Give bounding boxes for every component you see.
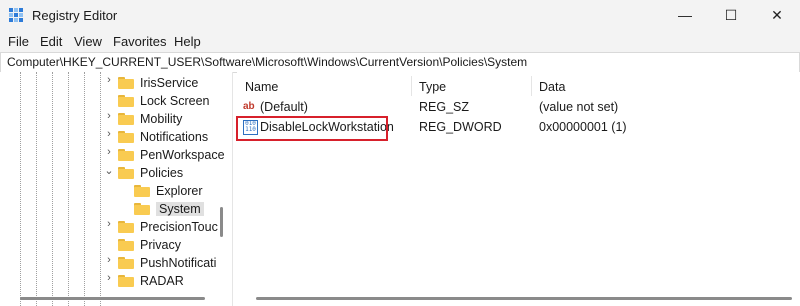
folder-icon (134, 185, 150, 197)
folder-icon (118, 167, 134, 179)
menu-file[interactable]: File (8, 34, 29, 49)
tree-item-penworkspace[interactable]: PenWorkspace (118, 146, 225, 164)
folder-icon (118, 95, 134, 107)
registry-editor-app-icon (9, 8, 23, 22)
folder-icon (118, 239, 134, 251)
tree-item-precisiontouch[interactable]: PrecisionTouc (118, 218, 218, 236)
menu-view[interactable]: View (74, 34, 102, 49)
value-type: REG_SZ (419, 100, 470, 114)
value-data: (value not set) (539, 100, 619, 114)
column-divider[interactable] (411, 76, 412, 96)
column-divider[interactable] (531, 76, 532, 96)
tree-guide-line (84, 72, 85, 306)
tree-item-privacy[interactable]: Privacy (118, 236, 181, 254)
expand-chevron-icon[interactable]: › (104, 128, 114, 140)
minimize-button[interactable]: — (662, 0, 708, 30)
folder-icon (118, 77, 134, 89)
tree-item-label: PrecisionTouc (140, 220, 218, 234)
tree-item-label: Mobility (140, 112, 183, 126)
menu-edit[interactable]: Edit (40, 34, 62, 49)
expand-chevron-icon[interactable]: › (104, 74, 114, 86)
tree-item-label: Policies (140, 166, 184, 180)
tree-item-label: PenWorkspace (140, 148, 225, 162)
tree-item-lock-screen[interactable]: Lock Screen (118, 92, 209, 110)
tree-guide-line (52, 72, 53, 306)
string-value-icon: ab (243, 101, 255, 112)
tree-item-explorer[interactable]: Explorer (134, 182, 203, 200)
tree-item-label: RADAR (140, 274, 184, 288)
tree-item-radar[interactable]: RADAR (118, 272, 184, 290)
tree-item-label: Privacy (140, 238, 181, 252)
tree-guide-line (20, 72, 21, 306)
value-data: 0x00000001 (1) (539, 120, 627, 134)
tree-item-pushnotifications[interactable]: PushNotificati (118, 254, 216, 272)
folder-icon (118, 257, 134, 269)
tree-item-policies[interactable]: Policies (118, 164, 183, 182)
tree-horizontal-scrollbar[interactable] (20, 297, 205, 300)
tree-guide-line (68, 72, 69, 306)
menu-favorites[interactable]: Favorites (113, 34, 166, 49)
column-header-name[interactable]: Name (245, 80, 278, 94)
values-list-pane[interactable]: Name Type Data ab (Default) REG_SZ (valu… (237, 72, 800, 306)
tree-item-label: Explorer (156, 184, 203, 198)
tree-item-irisservice[interactable]: IrisService (118, 74, 198, 92)
tree-item-label: System (156, 202, 204, 216)
expand-chevron-icon[interactable]: › (104, 254, 114, 266)
value-type: REG_DWORD (419, 120, 502, 134)
value-row-default[interactable]: ab (Default) REG_SZ (value not set) (237, 97, 800, 117)
value-name: (Default) (260, 100, 308, 114)
folder-icon (118, 113, 134, 125)
address-bar[interactable]: Computer\HKEY_CURRENT_USER\Software\Micr… (0, 52, 800, 73)
tree-item-label: Lock Screen (140, 94, 210, 108)
tree-item-label: Notifications (140, 130, 209, 144)
key-tree-pane[interactable]: › IrisService Lock Screen › Mobility › N… (0, 72, 233, 306)
tree-vertical-scrollbar[interactable] (220, 207, 223, 237)
window-title: Registry Editor (32, 8, 118, 23)
maximize-button[interactable]: ☐ (708, 0, 754, 30)
expand-chevron-icon[interactable]: › (104, 110, 114, 122)
list-horizontal-scrollbar[interactable] (256, 297, 792, 300)
tree-item-system[interactable]: System (134, 200, 204, 218)
folder-icon (118, 221, 134, 233)
expand-chevron-icon[interactable]: › (104, 272, 114, 284)
folder-open-icon (134, 203, 150, 215)
tree-guide-line (100, 72, 101, 306)
expand-chevron-icon[interactable]: › (104, 146, 114, 158)
folder-icon (118, 131, 134, 143)
tree-item-label: IrisService (140, 76, 199, 90)
menu-help[interactable]: Help (174, 34, 201, 49)
address-path: Computer\HKEY_CURRENT_USER\Software\Micr… (7, 55, 528, 69)
folder-icon (118, 275, 134, 287)
folder-icon (118, 149, 134, 161)
tree-item-mobility[interactable]: Mobility (118, 110, 182, 128)
column-header-type[interactable]: Type (419, 80, 446, 94)
title-bar: Registry Editor — ☐ ✕ (0, 0, 800, 30)
close-button[interactable]: ✕ (754, 0, 800, 30)
tree-item-label: PushNotificati (140, 256, 217, 270)
tree-item-notifications[interactable]: Notifications (118, 128, 208, 146)
menu-bar: File Edit View Favorites Help (0, 30, 800, 52)
tree-guide-line (36, 72, 37, 306)
minimize-icon: — (678, 7, 692, 23)
maximize-icon: ☐ (724, 6, 738, 23)
close-icon: ✕ (771, 6, 783, 23)
expand-chevron-icon[interactable]: › (104, 218, 114, 230)
column-header-data[interactable]: Data (539, 80, 565, 94)
highlight-annotation-box (236, 116, 388, 141)
collapse-chevron-icon[interactable]: ⌄ (104, 164, 114, 177)
